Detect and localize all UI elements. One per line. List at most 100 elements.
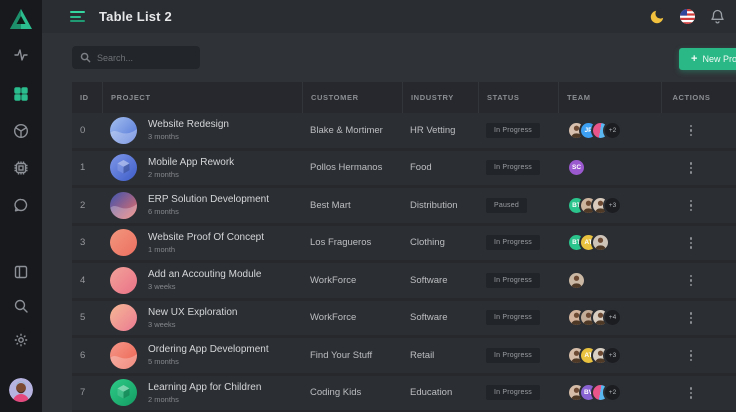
team-avatars: +4 — [558, 301, 661, 336]
gear-icon[interactable] — [13, 332, 29, 348]
row-actions-menu-icon[interactable] — [686, 121, 697, 141]
project-name: New UX Exploration — [148, 307, 237, 318]
table-header: ID PROJECT CUSTOMER INDUSTRY STATUS TEAM… — [72, 82, 736, 113]
industry-cell: Retail — [402, 338, 478, 373]
project-name: Learning App for Children — [148, 382, 261, 393]
column-header-actions: ACTIONS — [661, 82, 721, 113]
search-input[interactable] — [97, 53, 187, 63]
project-avatar — [110, 267, 137, 294]
status-badge: In Progress — [486, 273, 540, 288]
main-area: Table List 2 — [42, 0, 736, 412]
project-meta: ERP Solution Development 6 months — [148, 194, 269, 216]
status-badge: In Progress — [486, 123, 540, 138]
cpu-chip-icon[interactable] — [13, 160, 29, 176]
moon-icon[interactable] — [649, 8, 666, 25]
team-avatar-initials: SC — [567, 158, 586, 177]
column-header-team: TEAM — [558, 82, 661, 113]
table-row: 3 Website Proof Of Concept 1 month Los F… — [72, 226, 736, 264]
status-cell: In Progress — [478, 226, 558, 261]
project-avatar — [110, 117, 137, 144]
project-name: Mobile App Rework — [148, 157, 234, 168]
row-actions-menu-icon[interactable] — [686, 346, 697, 366]
table-row: 2 ERP Solution Development 6 months Best… — [72, 188, 736, 226]
actions-cell — [661, 338, 721, 373]
industry-cell: Food — [402, 151, 478, 186]
status-cell: In Progress — [478, 301, 558, 336]
row-actions-menu-icon[interactable] — [686, 233, 697, 253]
project-meta: Add an Accouting Module 3 weeks — [148, 269, 261, 291]
industry-cell: Education — [402, 376, 478, 411]
customer-cell: WorkForce — [302, 263, 402, 298]
project-duration: 2 months — [148, 170, 234, 179]
new-project-button[interactable]: + New Project — [679, 48, 736, 70]
industry-cell: Software — [402, 263, 478, 298]
project-name: Website Redesign — [148, 119, 229, 130]
column-header-customer: CUSTOMER — [302, 82, 402, 113]
us-flag-icon[interactable] — [679, 8, 696, 25]
status-badge: In Progress — [486, 160, 540, 175]
chat-bubble-icon[interactable] — [13, 197, 29, 213]
column-header-id: ID — [72, 82, 102, 113]
status-badge: In Progress — [486, 348, 540, 363]
column-header-status: STATUS — [478, 82, 558, 113]
row-id: 6 — [72, 338, 102, 373]
page-title: Table List 2 — [99, 9, 172, 24]
sidebar-nav — [13, 86, 29, 213]
package-cube-icon[interactable] — [13, 123, 29, 139]
user-avatar[interactable] — [9, 378, 33, 402]
toolbar: + New Project — [72, 46, 736, 70]
row-id: 4 — [72, 263, 102, 298]
status-cell: In Progress — [478, 376, 558, 411]
row-id: 3 — [72, 226, 102, 261]
menu-icon[interactable] — [70, 11, 85, 22]
row-actions-menu-icon[interactable] — [686, 271, 697, 291]
team-avatar-more: +3 — [603, 346, 622, 365]
project-cell: Learning App for Children 2 months — [102, 376, 302, 411]
actions-cell — [661, 263, 721, 298]
project-duration: 2 months — [148, 395, 261, 404]
dashboard-grid-icon[interactable] — [13, 86, 29, 102]
row-actions-menu-icon[interactable] — [686, 158, 697, 178]
customer-cell: Find Your Stuff — [302, 338, 402, 373]
sidebar — [0, 0, 42, 412]
column-header-project: PROJECT — [102, 82, 302, 113]
bell-icon[interactable] — [709, 8, 726, 25]
row-id: 2 — [72, 188, 102, 223]
row-id: 1 — [72, 151, 102, 186]
status-cell: In Progress — [478, 113, 558, 148]
team-avatars: BTAT — [558, 226, 661, 261]
project-name: Add an Accouting Module — [148, 269, 261, 280]
project-cell: Ordering App Development 5 months — [102, 338, 302, 373]
project-cell: Website Proof Of Concept 1 month — [102, 226, 302, 261]
team-avatar-more: +3 — [603, 196, 622, 215]
project-duration: 5 months — [148, 357, 269, 366]
team-avatars: SC — [558, 151, 661, 186]
customer-cell: WorkForce — [302, 301, 402, 336]
customer-cell: Los Fragueros — [302, 226, 402, 261]
layout-panel-icon[interactable] — [13, 264, 29, 280]
row-actions-menu-icon[interactable] — [686, 308, 697, 328]
industry-cell: HR Vetting — [402, 113, 478, 148]
project-name: ERP Solution Development — [148, 194, 269, 205]
row-id: 0 — [72, 113, 102, 148]
actions-cell — [661, 188, 721, 223]
status-badge: In Progress — [486, 385, 540, 400]
team-avatars — [558, 263, 661, 298]
project-name: Ordering App Development — [148, 344, 269, 355]
activity-icon[interactable] — [13, 47, 29, 63]
table-row: 4 Add an Accouting Module 3 weeks WorkFo… — [72, 263, 736, 301]
search-icon[interactable] — [13, 298, 29, 314]
row-actions-menu-icon[interactable] — [686, 196, 697, 216]
top-header: Table List 2 — [42, 0, 736, 33]
actions-cell — [661, 376, 721, 411]
table-row: 0 Website Redesign 3 months Blake & Mort… — [72, 113, 736, 151]
customer-cell: Best Mart — [302, 188, 402, 223]
table-row: 5 New UX Exploration 3 weeks WorkForce S… — [72, 301, 736, 339]
project-cell: Add an Accouting Module 3 weeks — [102, 263, 302, 298]
row-actions-menu-icon[interactable] — [686, 383, 697, 403]
team-avatars: BV+2 — [558, 376, 661, 411]
app-logo-triangle-icon[interactable] — [9, 8, 33, 30]
project-name: Website Proof Of Concept — [148, 232, 264, 243]
status-cell: In Progress — [478, 151, 558, 186]
project-duration: 3 weeks — [148, 282, 261, 291]
